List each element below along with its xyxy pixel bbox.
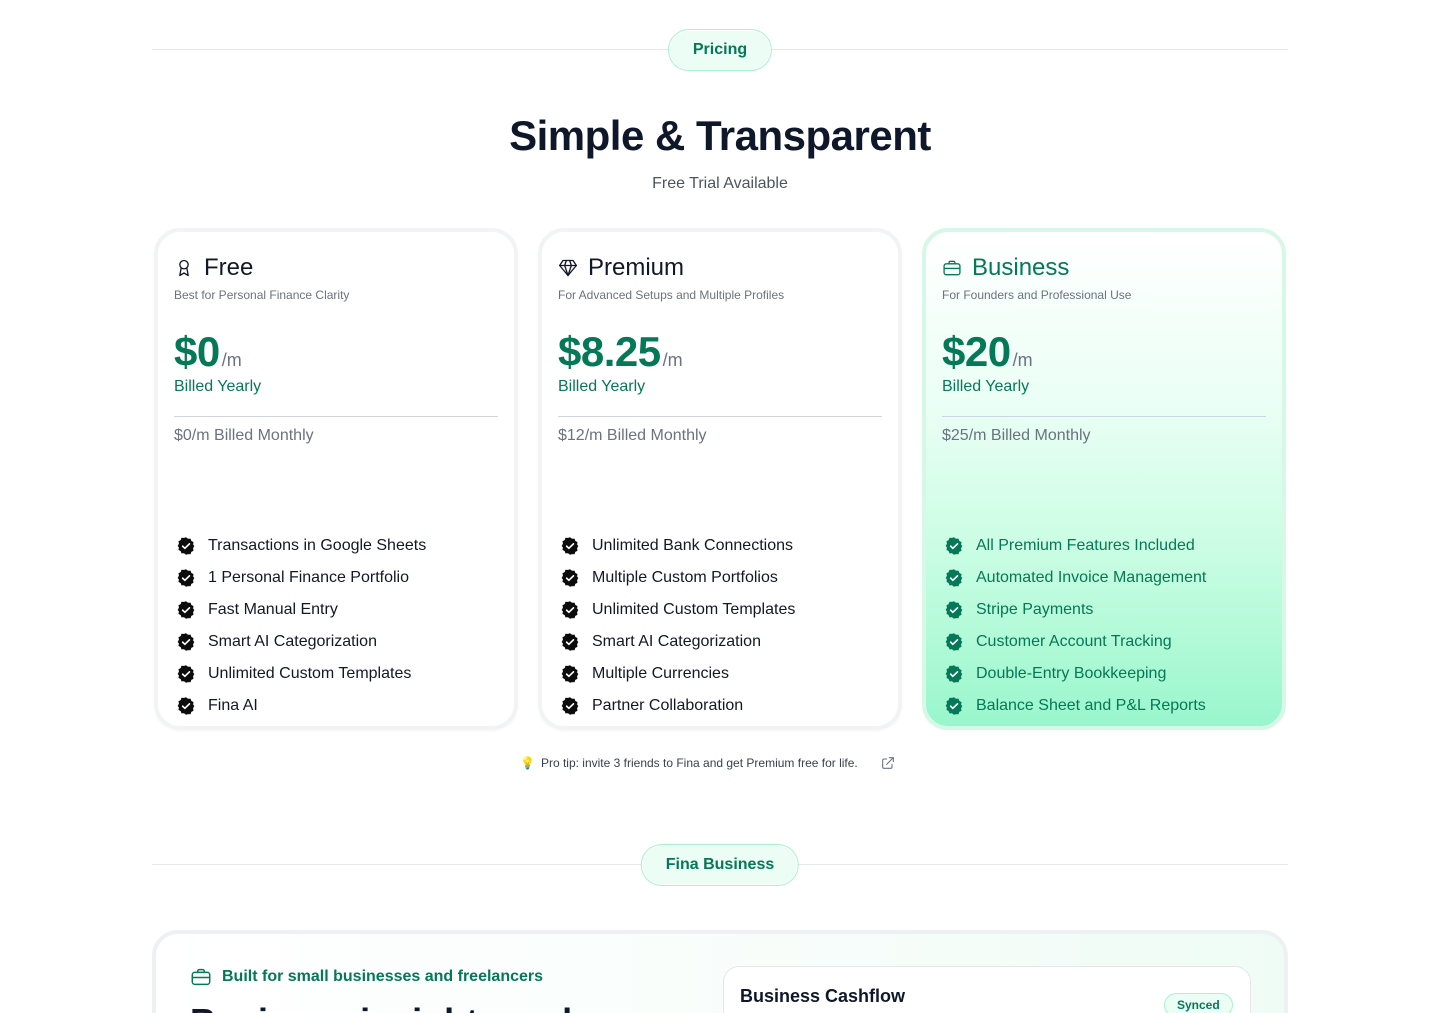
feature-item: Unlimited Custom Templates	[560, 594, 795, 626]
billing-period: Billed Yearly	[558, 378, 646, 395]
monthly-price: $0/m Billed Monthly	[174, 427, 314, 444]
lightbulb-icon: 💡	[520, 756, 535, 770]
check-badge-icon	[177, 537, 195, 555]
briefcase-icon	[943, 260, 961, 276]
feature-list: Transactions in Google Sheets 1 Personal…	[176, 530, 426, 722]
business-tagline-text: Built for small businesses and freelance…	[222, 968, 544, 985]
page-subtitle: Free Trial Available	[652, 175, 788, 192]
feature-item: Partner Collaboration	[560, 690, 795, 722]
feature-label: Multiple Custom Portfolios	[592, 569, 778, 586]
feature-item: Multiple Custom Portfolios	[560, 562, 795, 594]
feature-list: All Premium Features Included Automated …	[944, 530, 1206, 722]
feature-item: Transactions in Google Sheets	[176, 530, 426, 562]
business-heading: Business insights and	[190, 1004, 572, 1013]
feature-item: Smart AI Categorization	[176, 626, 426, 658]
feature-item: Double-Entry Bookkeeping	[944, 658, 1206, 690]
check-badge-icon	[561, 569, 579, 587]
plan-price-unit: /m	[662, 350, 683, 370]
check-badge-icon	[177, 601, 195, 619]
check-badge-icon	[945, 537, 963, 555]
check-badge-icon	[561, 537, 579, 555]
feature-item: Smart AI Categorization	[560, 626, 795, 658]
check-badge-icon	[945, 569, 963, 587]
feature-label: Unlimited Bank Connections	[592, 537, 793, 554]
award-icon	[179, 259, 189, 277]
feature-label: Unlimited Custom Templates	[208, 665, 412, 682]
feature-item: Unlimited Custom Templates	[176, 658, 426, 690]
monthly-price: $25/m Billed Monthly	[942, 427, 1091, 444]
divider	[174, 416, 498, 417]
plan-price-unit: /m	[1012, 350, 1033, 370]
billing-period: Billed Yearly	[942, 378, 1030, 395]
plan-title: Free	[204, 254, 254, 281]
briefcase-icon	[191, 968, 211, 986]
feature-label: Double-Entry Bookkeeping	[976, 665, 1167, 682]
feature-label: Smart AI Categorization	[208, 633, 377, 650]
check-badge-icon	[561, 633, 579, 651]
cashflow-title: Business Cashflow	[740, 986, 906, 1006]
monthly-price: $12/m Billed Monthly	[558, 427, 707, 444]
feature-label: Partner Collaboration	[592, 697, 744, 714]
plan-price: $0	[174, 328, 220, 375]
feature-label: Transactions in Google Sheets	[208, 537, 427, 554]
plan-price: $8.25	[558, 328, 661, 375]
check-badge-icon	[945, 697, 963, 715]
business-tagline: Built for small businesses and freelance…	[190, 966, 543, 988]
feature-label: Fina AI	[208, 697, 258, 714]
feature-item: Fast Manual Entry	[176, 594, 426, 626]
plan-title: Premium	[588, 254, 685, 281]
plan-card-premium[interactable]: Premium For Advanced Setups and Multiple…	[538, 228, 902, 730]
plan-price: $20	[942, 328, 1011, 375]
feature-item: All Premium Features Included	[944, 530, 1206, 562]
billing-period: Billed Yearly	[174, 378, 262, 395]
page-title: Simple & Transparent	[509, 112, 931, 159]
check-badge-icon	[945, 601, 963, 619]
check-badge-icon	[177, 633, 195, 651]
fina-business-pill: Fina Business	[640, 844, 800, 886]
check-badge-icon	[561, 665, 579, 683]
feature-label: 1 Personal Finance Portfolio	[208, 569, 409, 586]
plan-card-business[interactable]: Business For Founders and Professional U…	[922, 228, 1286, 730]
synced-badge: Synced	[1164, 993, 1233, 1013]
check-badge-icon	[177, 665, 195, 683]
check-badge-icon	[177, 569, 195, 587]
feature-label: Multiple Currencies	[592, 665, 729, 682]
divider	[942, 416, 1266, 417]
check-badge-icon	[945, 665, 963, 683]
plan-description: Best for Personal Finance Clarity	[174, 288, 350, 302]
feature-label: Unlimited Custom Templates	[592, 601, 796, 618]
check-badge-icon	[561, 697, 579, 715]
divider	[558, 416, 882, 417]
feature-item: Automated Invoice Management	[944, 562, 1206, 594]
feature-label: Stripe Payments	[976, 601, 1094, 618]
plan-card-free[interactable]: Free Best for Personal Finance Clarity $…	[154, 228, 518, 730]
feature-item: Customer Account Tracking	[944, 626, 1206, 658]
pro-tip-text: Pro tip: invite 3 friends to Fina and ge…	[540, 756, 858, 770]
pricing-pill: Pricing	[667, 29, 773, 71]
feature-item: Unlimited Bank Connections	[560, 530, 795, 562]
plan-price-unit: /m	[221, 350, 242, 370]
check-badge-icon	[561, 601, 579, 619]
feature-label: Balance Sheet and P&L Reports	[976, 697, 1206, 714]
feature-item: 1 Personal Finance Portfolio	[176, 562, 426, 594]
check-badge-icon	[945, 633, 963, 651]
feature-item: Fina AI	[176, 690, 426, 722]
feature-label: Smart AI Categorization	[592, 633, 761, 650]
external-link-icon[interactable]	[880, 755, 896, 771]
pro-tip: 💡 Pro tip: invite 3 friends to Fina and …	[520, 755, 896, 771]
feature-label: Fast Manual Entry	[208, 601, 338, 618]
plan-description: For Advanced Setups and Multiple Profile…	[558, 288, 785, 302]
feature-label: Automated Invoice Management	[976, 569, 1207, 586]
plan-description: For Founders and Professional Use	[942, 288, 1132, 302]
feature-item: Balance Sheet and P&L Reports	[944, 690, 1206, 722]
feature-list: Unlimited Bank Connections Multiple Cust…	[560, 530, 795, 722]
check-badge-icon	[177, 697, 195, 715]
feature-item: Stripe Payments	[944, 594, 1206, 626]
feature-label: All Premium Features Included	[976, 537, 1195, 554]
diamond-icon	[559, 259, 577, 277]
feature-label: Customer Account Tracking	[976, 633, 1172, 650]
feature-item: Multiple Currencies	[560, 658, 795, 690]
plan-title: Business	[972, 254, 1070, 281]
